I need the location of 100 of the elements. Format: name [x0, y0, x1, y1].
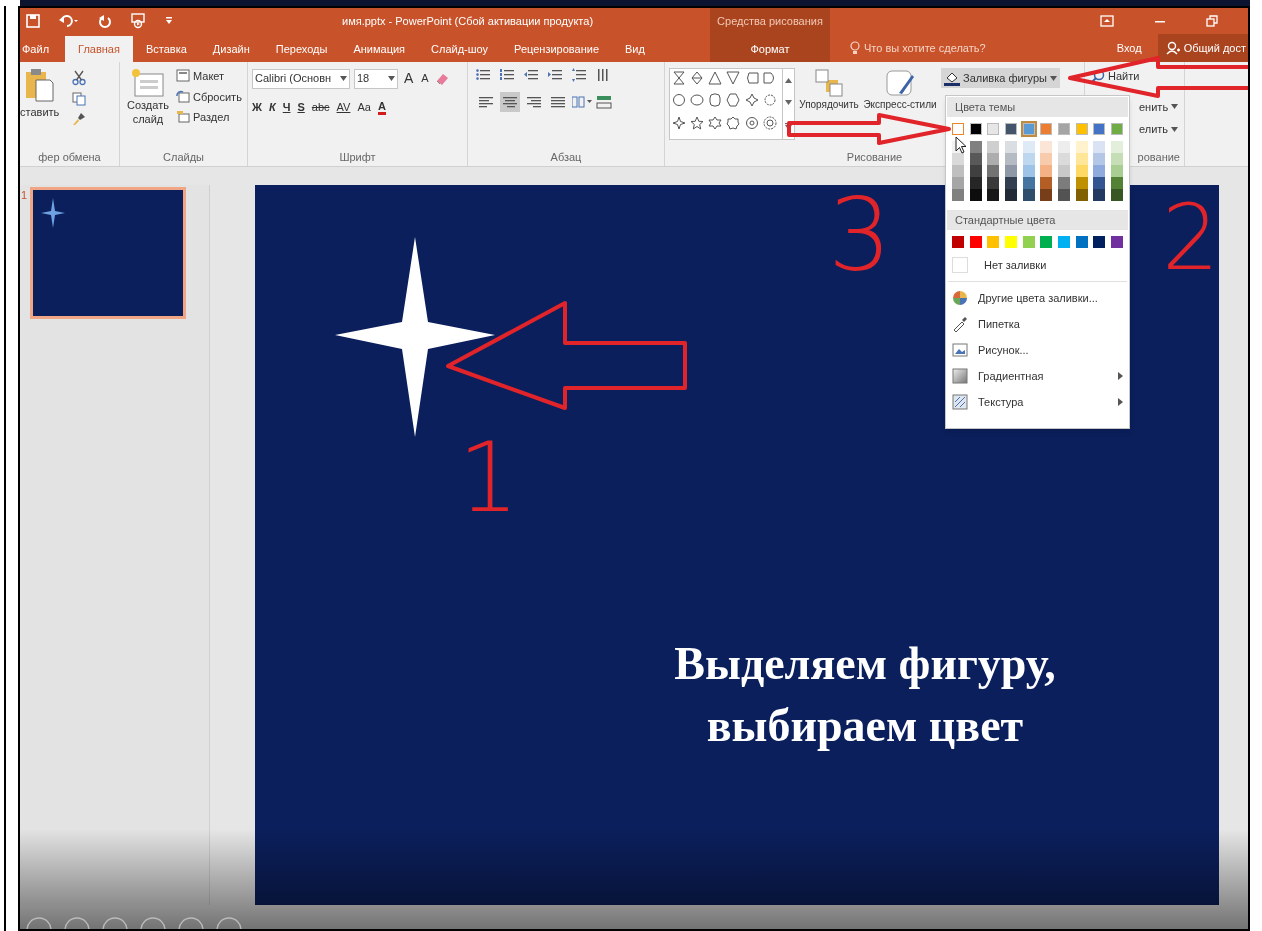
shade-column[interactable] — [1110, 141, 1123, 201]
format-button[interactable]: Ч — [282, 99, 291, 116]
save-icon[interactable] — [26, 14, 40, 28]
shape-icon[interactable] — [744, 71, 759, 85]
shape-icon[interactable] — [690, 115, 705, 130]
shade-column[interactable] — [987, 141, 1000, 201]
format-button[interactable]: S — [297, 99, 305, 116]
layout-button[interactable]: Макет — [176, 68, 242, 85]
color-swatch[interactable] — [1040, 123, 1053, 135]
shape-icon[interactable] — [672, 93, 686, 108]
columns-icon[interactable] — [572, 96, 592, 108]
grow-font-button[interactable]: A — [402, 68, 416, 89]
color-swatch[interactable] — [1040, 236, 1053, 248]
color-swatch[interactable] — [1075, 123, 1088, 135]
shape-icon[interactable] — [672, 71, 686, 85]
smartart-icon[interactable] — [596, 95, 612, 109]
ribbon-tab[interactable]: Вставка — [132, 36, 200, 62]
presentation-icon[interactable] — [130, 13, 146, 29]
customize-icon[interactable] — [164, 16, 174, 26]
reset-button[interactable]: Сбросить — [176, 88, 242, 105]
color-swatch[interactable] — [952, 236, 964, 248]
shape-icon[interactable] — [726, 71, 741, 85]
menu-item[interactable]: Другие цвета заливки... — [946, 285, 1129, 311]
shape-fill-button[interactable]: Заливка фигуры — [941, 68, 1060, 88]
color-swatch[interactable] — [1022, 236, 1035, 248]
shape-icon[interactable] — [708, 93, 723, 108]
ribbon-tab[interactable]: Анимация — [340, 36, 419, 62]
shape-icon[interactable] — [726, 115, 741, 130]
color-swatch[interactable] — [1004, 236, 1017, 248]
slide-thumbnail[interactable] — [30, 187, 187, 319]
menu-item[interactable]: Градиентная — [946, 363, 1129, 389]
menu-item[interactable]: Рисунок... — [946, 337, 1129, 363]
font-color-button[interactable]: A — [377, 99, 386, 115]
find-button[interactable]: Найти — [1091, 68, 1179, 85]
copy-icon[interactable] — [72, 92, 86, 106]
shade-column[interactable] — [1004, 141, 1017, 201]
quick-styles-button[interactable]: Экспресс-стили — [863, 68, 937, 112]
menu-item[interactable]: Нет заливки — [946, 252, 1129, 278]
share-button[interactable]: Общий дост — [1157, 34, 1248, 62]
scissors-icon[interactable] — [72, 70, 86, 86]
format-button[interactable]: Ж — [252, 99, 262, 116]
increase-indent-icon[interactable] — [548, 68, 564, 82]
format-button[interactable]: abc — [311, 99, 330, 116]
shade-column[interactable] — [1022, 141, 1035, 201]
ribbon-tab[interactable]: Вид — [612, 36, 658, 62]
shape-icon[interactable] — [690, 71, 705, 85]
section-button[interactable]: Раздел — [176, 109, 242, 126]
shape-icon[interactable] — [690, 93, 705, 108]
color-swatch[interactable] — [1022, 123, 1035, 135]
scroll-up-icon[interactable] — [785, 77, 792, 83]
shrink-font-button[interactable]: A — [419, 70, 431, 87]
color-swatch[interactable] — [1093, 123, 1106, 135]
ribbon-tab[interactable]: Рецензирование — [501, 36, 613, 62]
font-name-field[interactable]: Calibri (Основн — [252, 68, 350, 89]
numbering-icon[interactable] — [500, 68, 516, 82]
font-size-field[interactable]: 18 — [354, 68, 398, 89]
shape-icon[interactable] — [708, 115, 723, 130]
shape-icon[interactable] — [762, 115, 777, 130]
color-swatch[interactable] — [1110, 123, 1123, 135]
shape-icon[interactable] — [708, 71, 723, 85]
color-swatch[interactable] — [1075, 236, 1088, 248]
shade-column[interactable] — [969, 141, 982, 201]
color-swatch[interactable] — [1110, 236, 1123, 248]
bullets-icon[interactable] — [476, 68, 492, 82]
ribbon-tab[interactable]: Переходы — [262, 36, 341, 62]
color-swatch[interactable] — [987, 236, 1000, 248]
color-swatch[interactable] — [969, 123, 982, 135]
color-swatch[interactable] — [1004, 123, 1017, 135]
shape-icon[interactable] — [744, 115, 759, 130]
ribbon-display-icon[interactable] — [1100, 15, 1114, 27]
spacing-button[interactable]: AV — [336, 99, 351, 116]
sign-in-link[interactable]: Вход — [1110, 39, 1148, 57]
shade-column[interactable] — [1093, 141, 1106, 201]
color-swatch[interactable] — [1057, 236, 1070, 248]
color-swatch[interactable] — [987, 123, 1000, 135]
eraser-icon[interactable] — [434, 71, 449, 86]
shape-icon[interactable] — [672, 115, 686, 130]
new-slide-button[interactable]: Создать слайд — [124, 68, 172, 126]
ribbon-tab[interactable]: Файл — [20, 36, 52, 62]
menu-item[interactable]: Текстура — [946, 389, 1129, 415]
change-case-button[interactable]: Aa — [357, 99, 371, 116]
restore-icon[interactable] — [1206, 15, 1218, 27]
ribbon-tab[interactable]: Слайд-шоу — [418, 36, 502, 62]
arrange-button[interactable]: Упорядочить — [799, 68, 859, 112]
text-direction-icon[interactable] — [596, 68, 610, 82]
color-swatch[interactable] — [952, 123, 964, 135]
ribbon-tab[interactable]: Главная — [65, 36, 133, 62]
shade-column[interactable] — [1040, 141, 1053, 201]
shape-icon[interactable] — [726, 93, 741, 108]
shape-icon[interactable] — [762, 93, 777, 108]
shape-icon[interactable] — [762, 71, 777, 85]
brush-icon[interactable] — [72, 112, 86, 126]
color-swatch[interactable] — [1057, 123, 1070, 135]
redo-icon[interactable] — [98, 14, 112, 28]
menu-item[interactable]: Пипетка — [946, 311, 1129, 337]
line-spacing-icon[interactable] — [572, 68, 588, 82]
shape-icon[interactable] — [744, 93, 759, 108]
undo-icon[interactable] — [58, 14, 80, 28]
shade-column[interactable] — [1057, 141, 1070, 201]
color-swatch[interactable] — [1093, 236, 1106, 248]
